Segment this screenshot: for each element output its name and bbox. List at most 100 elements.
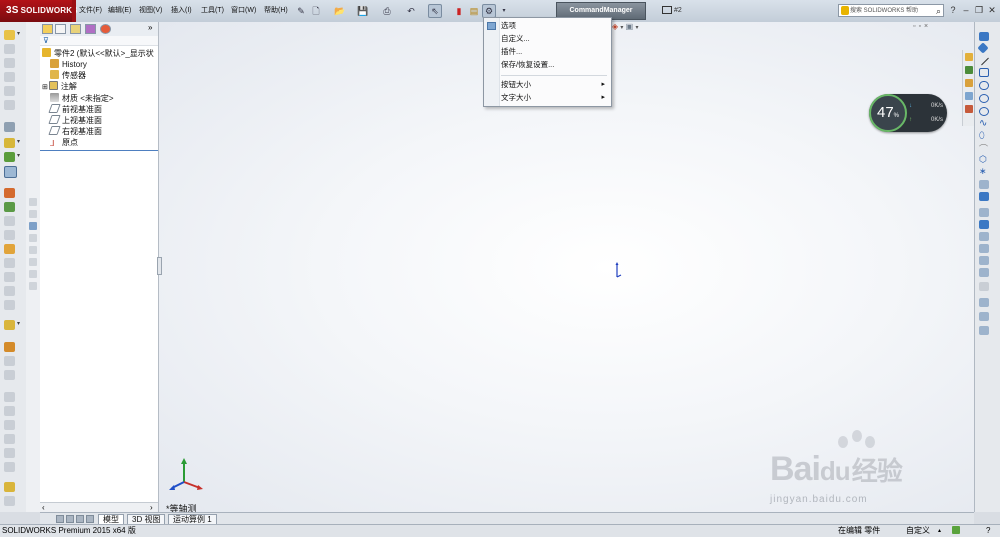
tree-item-annotations[interactable]: ⊞ 注解	[42, 81, 77, 92]
tree-item-origin[interactable]: ⅃ 原点	[50, 137, 78, 148]
surface-icon[interactable]	[4, 370, 15, 380]
options-gear-icon[interactable]: ⚙	[482, 4, 496, 18]
smart-dimension-icon[interactable]	[4, 188, 15, 198]
tool-a-icon[interactable]	[29, 198, 37, 206]
filter-icon[interactable]: ⊽	[40, 36, 158, 46]
first-tab-arrow-icon[interactable]	[56, 515, 64, 523]
boundary-icon[interactable]	[4, 86, 15, 96]
menu-item-customize[interactable]: 自定义...	[501, 33, 607, 45]
search-input[interactable]: 搜索 SOLIDWORKS 帮助 ⌕	[838, 4, 944, 17]
relations-icon[interactable]	[979, 282, 989, 291]
customize-status[interactable]: 自定义	[906, 525, 930, 537]
tool-e-icon[interactable]	[29, 246, 37, 254]
last-tab-arrow-icon[interactable]	[86, 515, 94, 523]
tree-item-front-plane[interactable]: 前视基准面	[48, 104, 102, 115]
pin-icon[interactable]: ✎	[294, 4, 308, 18]
section-properties-icon[interactable]	[4, 420, 15, 430]
menu-item-options[interactable]: 选项	[501, 20, 607, 32]
check-icon[interactable]	[4, 434, 15, 444]
draft-analysis-icon[interactable]	[4, 462, 15, 472]
design-library-tab-icon[interactable]	[965, 66, 973, 74]
menu-file[interactable]: 文件(F)	[79, 0, 102, 22]
tool-b-icon[interactable]	[29, 210, 37, 218]
display-manager-tab-icon[interactable]	[100, 24, 111, 34]
next-tab-arrow-icon[interactable]	[76, 515, 84, 523]
pattern-icon[interactable]	[4, 122, 15, 132]
menu-item-add-ins[interactable]: 插件...	[501, 46, 607, 58]
minimize-button[interactable]: –	[960, 4, 972, 16]
menu-help[interactable]: 帮助(H)	[264, 0, 288, 22]
help-status-icon[interactable]: ?	[986, 525, 990, 537]
display-style-icon[interactable]: ◈	[612, 22, 618, 31]
instant3d-icon[interactable]	[4, 216, 15, 226]
expand-plus-icon[interactable]: ⊞	[42, 84, 48, 91]
simulation-icon[interactable]	[4, 482, 15, 492]
convert-entities-icon[interactable]	[979, 220, 989, 229]
move-entities-icon[interactable]	[979, 268, 989, 277]
rebuild-status-icon[interactable]	[952, 526, 960, 534]
resources-tab-icon[interactable]	[965, 53, 973, 61]
tool-d-icon[interactable]	[29, 234, 37, 242]
menu-item-button-size[interactable]: 按钮大小 ▸	[501, 79, 607, 91]
scroll-left-icon[interactable]: ‹	[42, 503, 45, 512]
solidworks-logo[interactable]: 3S SOLIDWORKS	[0, 0, 78, 22]
costing-icon[interactable]	[4, 496, 15, 506]
configuration-manager-tab-icon[interactable]	[70, 24, 81, 34]
wrap-icon[interactable]	[4, 272, 15, 282]
mirror-icon[interactable]	[4, 300, 15, 310]
restore-button[interactable]: ❐	[973, 4, 985, 16]
weldments-icon[interactable]	[4, 320, 15, 330]
options-dropdown-arrow-icon[interactable]: ▾	[497, 4, 511, 18]
menu-item-text-size[interactable]: 文字大小 ▸	[501, 92, 607, 104]
expand-panel-icon[interactable]: »	[148, 23, 152, 32]
intersect-icon[interactable]	[4, 286, 15, 296]
reference-geometry-icon[interactable]	[4, 202, 15, 212]
tree-item-top-plane[interactable]: 上视基准面	[48, 115, 102, 126]
panel-splitter-handle[interactable]	[157, 257, 162, 275]
offset-entities-icon[interactable]	[979, 232, 989, 241]
mold-tools-icon[interactable]	[4, 356, 15, 366]
fillet-icon[interactable]	[4, 138, 15, 148]
tree-item-sensors[interactable]: 传感器	[50, 70, 86, 81]
close-button[interactable]: ✕	[986, 4, 998, 16]
search-icon[interactable]: ⌕	[936, 5, 941, 18]
ellipse-tool-icon[interactable]: ⬯	[979, 130, 985, 141]
rollback-bar[interactable]	[40, 150, 158, 151]
prev-tab-arrow-icon[interactable]	[66, 515, 74, 523]
customize-dropdown-icon[interactable]: ▴	[938, 525, 941, 537]
arc-tool-icon[interactable]	[979, 107, 989, 116]
tool-c-icon[interactable]	[29, 222, 37, 230]
appearances-tab-icon[interactable]	[965, 105, 973, 113]
undo-icon[interactable]: ↶	[404, 4, 418, 18]
quick-snaps-icon[interactable]	[979, 312, 989, 321]
property-manager-tab-icon[interactable]	[55, 24, 66, 34]
view-palette-tab-icon[interactable]	[965, 92, 973, 100]
sketch-tool-icon[interactable]	[979, 32, 989, 41]
sweep-icon[interactable]	[4, 58, 15, 68]
file-explorer-tab-icon[interactable]	[965, 79, 973, 87]
spline-tool-icon[interactable]: ∿	[979, 118, 987, 129]
feature-tree-tab-icon[interactable]	[42, 24, 53, 34]
menu-insert[interactable]: 插入(I)	[171, 0, 192, 22]
view-settings-icon[interactable]: ▣	[626, 22, 634, 31]
tool-f-icon[interactable]	[29, 258, 37, 266]
curves-icon[interactable]	[4, 152, 15, 162]
view-settings-dropdown-icon[interactable]: ▾	[635, 25, 638, 31]
scroll-right-icon[interactable]: ›	[150, 503, 153, 512]
measure-icon[interactable]	[4, 392, 15, 402]
polygon-tool-icon[interactable]: ⬡	[979, 154, 987, 165]
loft-icon[interactable]	[4, 72, 15, 82]
display-style-dropdown-icon[interactable]: ▾	[620, 25, 623, 31]
sheet-metal-icon[interactable]	[4, 342, 15, 352]
mass-properties-icon[interactable]	[4, 406, 15, 416]
revolve-icon[interactable]	[4, 44, 15, 54]
cut-icon[interactable]	[4, 100, 15, 110]
menu-item-save-restore-settings[interactable]: 保存/恢复设置...	[501, 59, 607, 71]
trim-tool-icon[interactable]	[979, 208, 989, 217]
dimxpert-tab-icon[interactable]	[85, 24, 96, 34]
sketch-icon[interactable]	[4, 166, 17, 178]
slot-tool-icon[interactable]	[979, 81, 989, 90]
rapid-sketch-icon[interactable]	[979, 326, 989, 335]
menu-tools[interactable]: 工具(T)	[201, 0, 224, 22]
geometry-analysis-icon[interactable]	[4, 448, 15, 458]
